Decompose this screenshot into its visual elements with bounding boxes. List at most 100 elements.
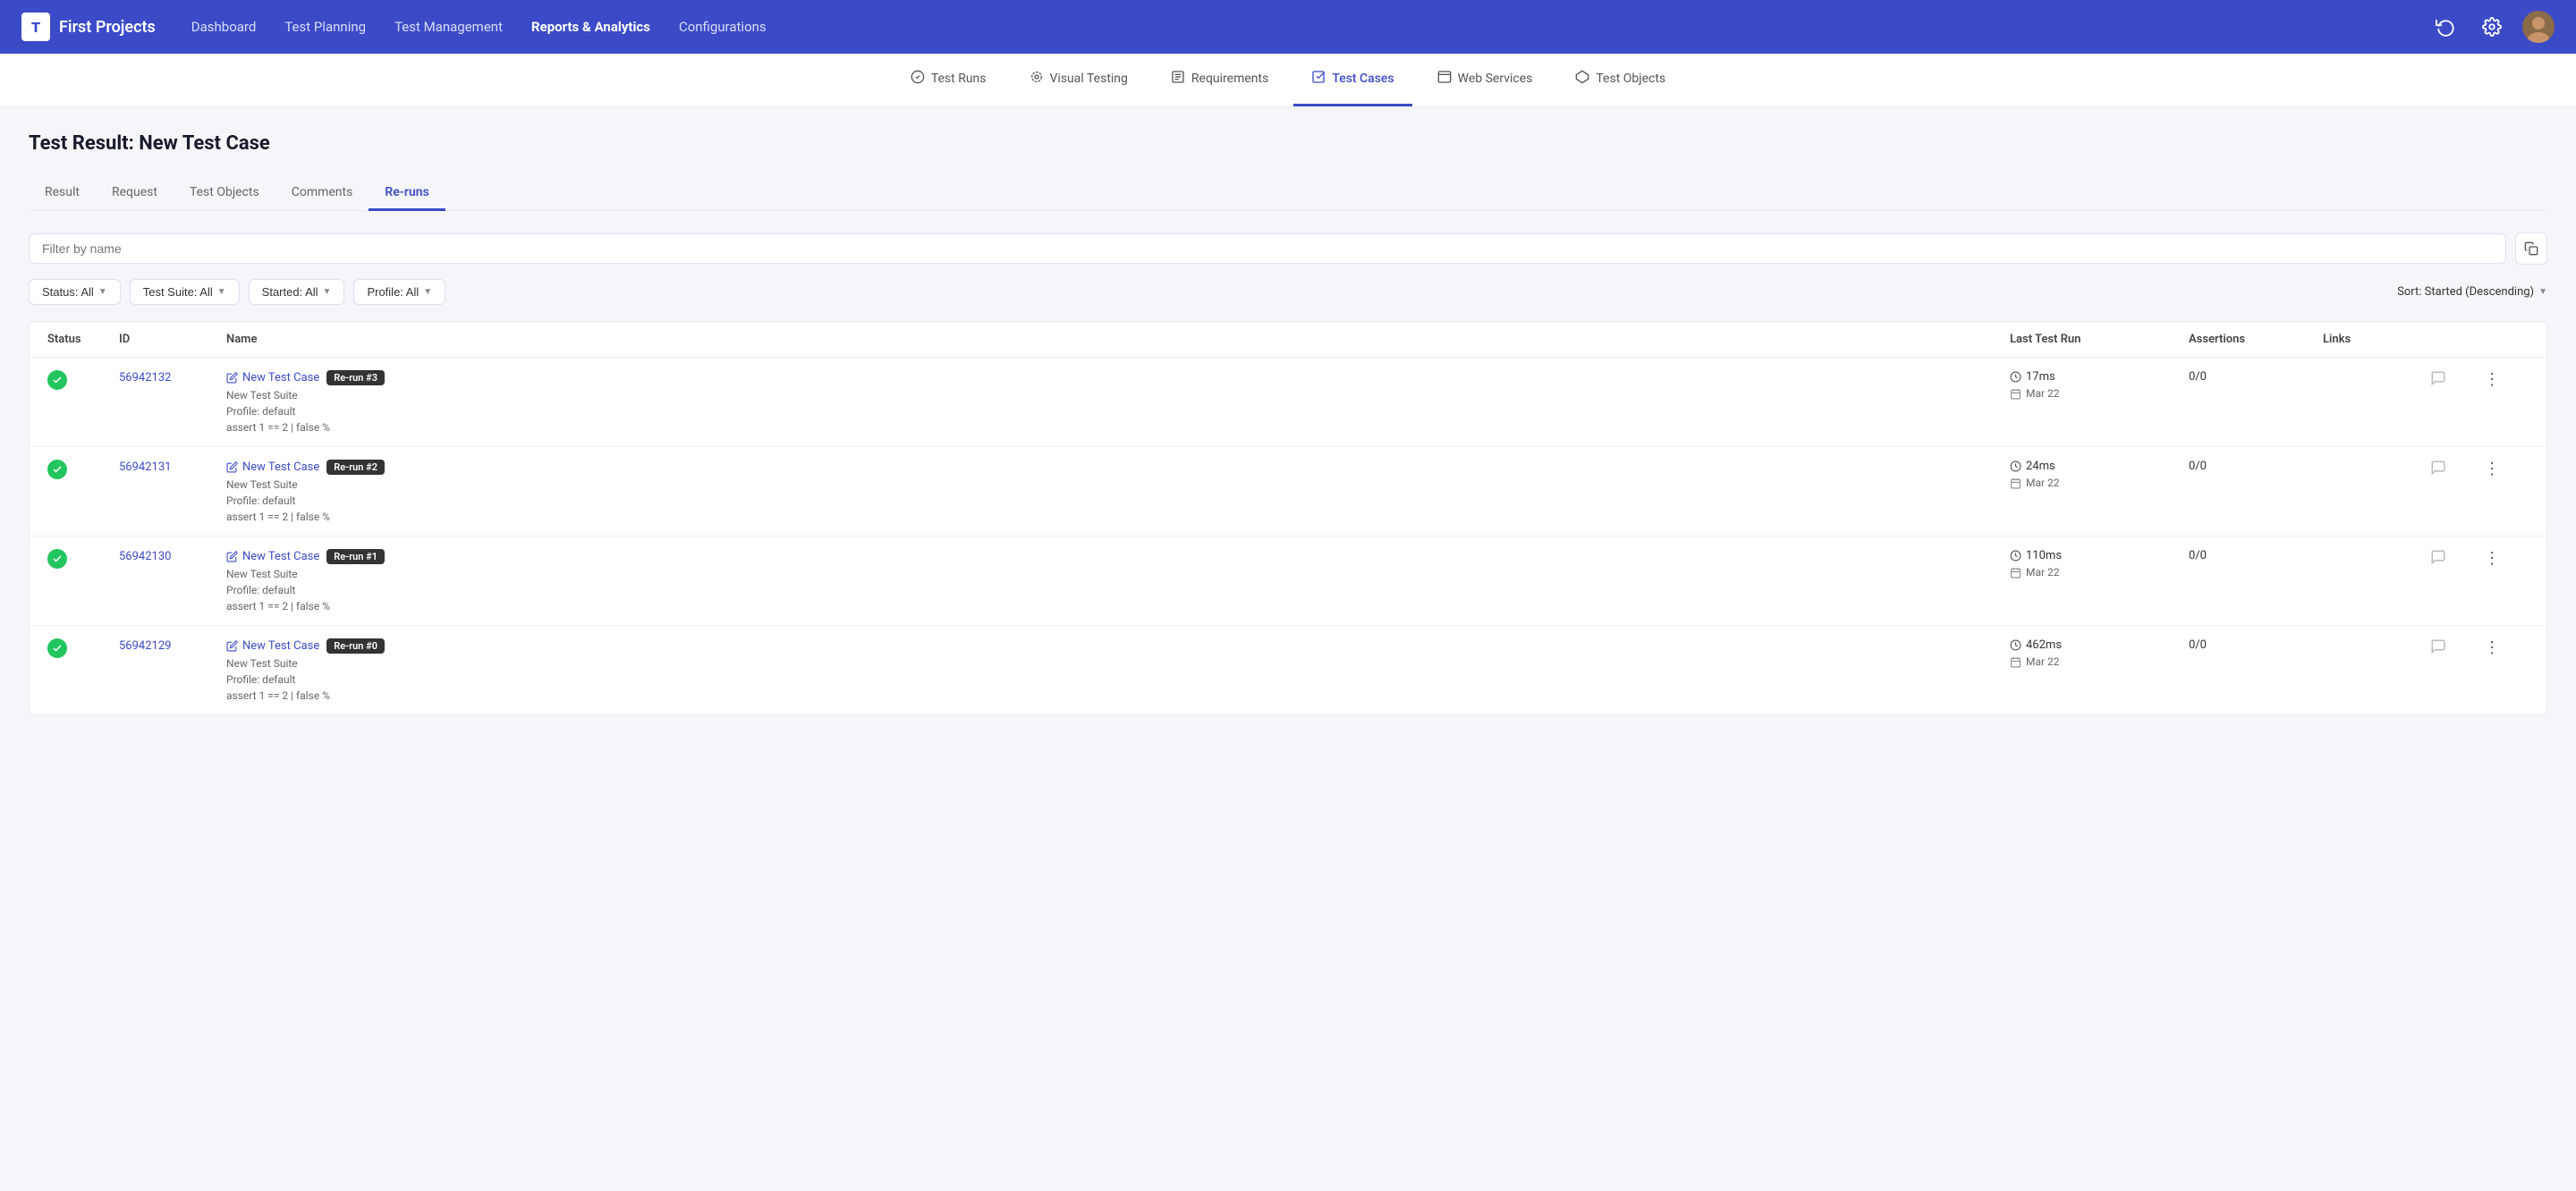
tab-comments[interactable]: Comments [275,176,369,211]
pass-icon [47,549,67,569]
more-icon-1[interactable]: ⋮ [2484,460,2500,478]
th-id: ID [119,333,226,346]
top-nav-right [2429,11,2555,43]
th-links: Links [2323,333,2430,346]
subnav-test-runs[interactable]: Test Runs [893,54,1004,106]
sort-label: Sort: Started (Descending) [2397,285,2534,299]
started-filter[interactable]: Started: All ▼ [249,279,345,305]
row-1-id: 56942131 [119,460,226,474]
sort-button[interactable]: Sort: Started (Descending) ▼ [2397,285,2547,299]
row-0-last-test-run: 17ms Mar 22 [2010,370,2189,400]
row-0-more[interactable]: ⋮ [2484,370,2529,389]
user-avatar[interactable] [2522,11,2555,43]
table-row: 56942131 New Test Case Re-run #2 New Tes… [30,447,2546,536]
row-3-comment[interactable] [2430,638,2484,658]
search-input[interactable] [42,241,2493,256]
row-0-time: 17ms [2010,370,2189,384]
row-3-badge: Re-run #0 [326,638,385,654]
history-button[interactable] [2429,11,2462,43]
id-link-1[interactable]: 56942131 [119,460,171,474]
nav-configurations[interactable]: Configurations [679,13,767,40]
row-1-name-cell: New Test Case Re-run #2 New Test Suite P… [226,460,2010,523]
row-2-last-test-run: 110ms Mar 22 [2010,549,2189,579]
comment-icon-1[interactable] [2430,462,2446,479]
test-runs-icon [911,70,925,88]
pass-icon [47,460,67,479]
app-logo[interactable]: T First Projects [21,13,156,41]
logo-icon: T [21,13,50,41]
nav-dashboard[interactable]: Dashboard [191,13,257,40]
test-suite-filter[interactable]: Test Suite: All ▼ [130,279,240,305]
copy-button[interactable] [2515,232,2547,265]
settings-button[interactable] [2476,11,2508,43]
nav-test-management[interactable]: Test Management [394,13,503,40]
row-2-suite: New Test Suite [226,568,2010,580]
row-3-suite: New Test Suite [226,657,2010,670]
subnav-web-services-label: Web Services [1458,72,1533,86]
requirements-icon [1171,70,1185,88]
table-row: 56942129 New Test Case Re-run #0 New Tes… [30,626,2546,714]
row-2-status [47,549,119,569]
status-filter[interactable]: Status: All ▼ [29,279,121,305]
subnav-web-services[interactable]: Web Services [1419,54,1551,106]
row-2-id: 56942130 [119,549,226,563]
more-icon-0[interactable]: ⋮ [2484,370,2500,389]
subnav-test-runs-label: Test Runs [931,72,987,86]
dropdown-filters: Status: All ▼ Test Suite: All ▼ Started:… [29,279,2547,305]
tab-result[interactable]: Result [29,176,96,211]
more-icon-3[interactable]: ⋮ [2484,638,2500,657]
row-3-status [47,638,119,658]
row-3-name: New Test Case [242,639,319,653]
started-filter-chevron: ▼ [323,287,332,297]
subnav-test-objects[interactable]: Test Objects [1557,54,1683,106]
comment-icon-3[interactable] [2430,641,2446,658]
name-link-1[interactable]: New Test Case [226,460,319,474]
main-content: Test Result: New Test Case Result Reques… [0,107,2576,740]
test-cases-icon [1311,70,1326,88]
subnav-test-cases[interactable]: Test Cases [1293,54,1411,106]
row-0-comment[interactable] [2430,370,2484,390]
row-3-assertions: 0/0 [2189,638,2323,652]
more-icon-2[interactable]: ⋮ [2484,549,2500,568]
th-assertions: Assertions [2189,333,2323,346]
comment-icon-0[interactable] [2430,373,2446,390]
row-0-status [47,370,119,390]
row-2-more[interactable]: ⋮ [2484,549,2529,568]
row-3-date: Mar 22 [2010,655,2189,668]
row-0-name-cell: New Test Case Re-run #3 New Test Suite P… [226,370,2010,434]
project-name: First Projects [59,18,156,37]
id-link-2[interactable]: 56942130 [119,550,171,563]
id-link-3[interactable]: 56942129 [119,639,171,653]
row-2-profile: Profile: default [226,584,2010,596]
row-2-comment[interactable] [2430,549,2484,569]
test-suite-filter-label: Test Suite: All [143,285,213,299]
comment-icon-2[interactable] [2430,552,2446,569]
row-0-date: Mar 22 [2010,387,2189,400]
status-filter-label: Status: All [42,285,94,299]
tab-request[interactable]: Request [96,176,174,211]
row-0-name: New Test Case [242,371,319,384]
tab-test-objects[interactable]: Test Objects [174,176,275,211]
id-link-0[interactable]: 56942132 [119,371,171,384]
subnav-visual-testing[interactable]: Visual Testing [1012,54,1146,106]
name-link-0[interactable]: New Test Case [226,371,319,384]
row-1-last-test-run: 24ms Mar 22 [2010,460,2189,489]
nav-reports-analytics[interactable]: Reports & Analytics [531,13,650,40]
test-objects-icon [1575,70,1589,88]
row-1-more[interactable]: ⋮ [2484,460,2529,478]
subnav-requirements[interactable]: Requirements [1153,54,1286,106]
tab-reruns[interactable]: Re-runs [369,176,445,211]
th-status: Status [47,333,119,346]
profile-filter[interactable]: Profile: All ▼ [353,279,445,305]
row-1-comment[interactable] [2430,460,2484,479]
pass-icon [47,370,67,390]
name-link-3[interactable]: New Test Case [226,639,319,653]
row-2-assert: assert 1 == 2 | false % [226,600,2010,612]
subnav-visual-testing-label: Visual Testing [1050,72,1128,86]
row-2-badge: Re-run #1 [326,549,385,564]
nav-test-planning[interactable]: Test Planning [284,13,366,40]
row-0-assertions: 0/0 [2189,370,2323,384]
name-link-2[interactable]: New Test Case [226,550,319,563]
row-3-name-top: New Test Case Re-run #0 [226,638,2010,654]
row-3-more[interactable]: ⋮ [2484,638,2529,657]
